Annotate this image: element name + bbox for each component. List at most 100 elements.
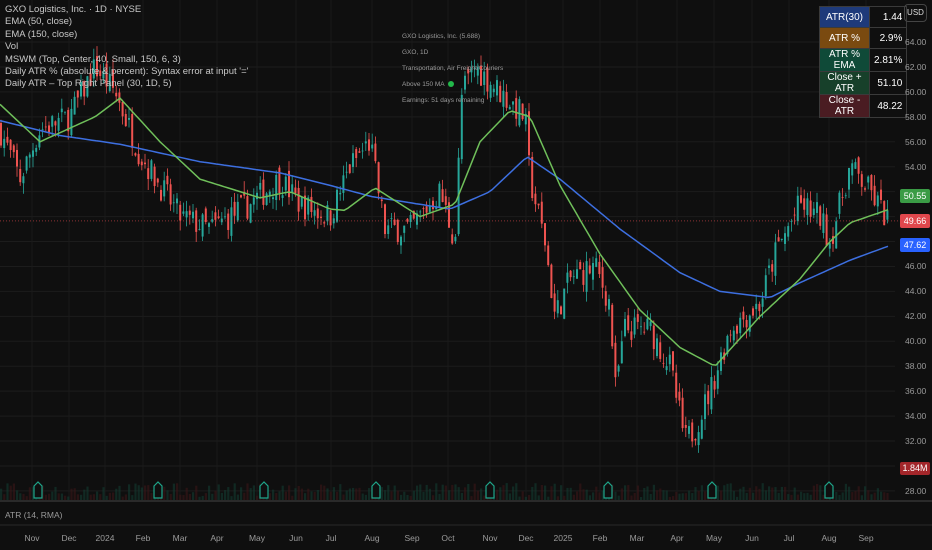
volume-bar	[860, 495, 863, 500]
volume-bar	[556, 496, 559, 500]
candle-body	[867, 176, 870, 183]
volume-bar	[819, 485, 822, 500]
volume-bar	[6, 483, 9, 500]
candle-body	[160, 189, 162, 201]
volume-bar	[224, 490, 227, 500]
candle-body	[531, 156, 534, 198]
candle-body	[313, 210, 316, 216]
time-label: Aug	[364, 533, 380, 543]
currency-button[interactable]: USD	[904, 4, 927, 22]
atr-label: Close - ATR	[819, 94, 870, 118]
volume-bar	[176, 483, 179, 500]
candle-body	[870, 174, 873, 191]
candle-body	[252, 197, 255, 205]
volume-bar	[268, 493, 271, 500]
volume-bar	[470, 496, 473, 500]
candle-body	[752, 308, 754, 316]
candle-body	[608, 299, 610, 310]
candle-body	[505, 91, 508, 108]
volume-bar	[435, 483, 438, 500]
volume-bar	[636, 485, 639, 500]
volume-bar	[870, 494, 873, 500]
volume-bar	[656, 490, 659, 500]
volume-bar	[16, 490, 19, 500]
time-label: Nov	[482, 533, 498, 543]
candle-body	[454, 236, 457, 242]
volume-bar	[742, 486, 745, 500]
volume-bar	[684, 493, 687, 500]
volume-bar	[438, 493, 441, 500]
candle-body	[595, 258, 598, 267]
volume-bar	[182, 495, 185, 500]
candle-body	[182, 211, 185, 214]
legend-symbol[interactable]: GXO Logistics, Inc. · 1D · NYSE	[5, 4, 248, 16]
volume-bar	[252, 485, 255, 500]
candle-body	[368, 139, 370, 151]
volume-bar	[134, 483, 137, 500]
candle-body	[508, 106, 511, 110]
volume-bar	[678, 493, 681, 500]
atr-row: ATR(30) 1.44	[819, 6, 908, 28]
earnings-marker-icon	[153, 481, 163, 499]
price-label: 44.00	[905, 286, 927, 297]
volume-bar	[422, 491, 425, 500]
time-label: Apr	[670, 533, 684, 543]
volume-bar	[476, 490, 479, 500]
volume-bar	[822, 494, 825, 500]
atr-pane-label[interactable]: ATR (14, RMA)	[5, 510, 62, 520]
candle-body	[400, 236, 402, 246]
volume-bar	[448, 490, 451, 500]
candle-body	[25, 156, 28, 171]
legend-mswm[interactable]: MSWM (Top, Center, 40, Small, 150, 6, 3)	[5, 54, 248, 66]
candle-body	[188, 210, 191, 215]
time-label: Mar	[172, 533, 188, 543]
volume-bar	[428, 488, 431, 500]
time-label: Nov	[24, 533, 40, 543]
candle-body	[316, 208, 319, 219]
candle-body	[672, 351, 674, 371]
candle-body	[521, 103, 524, 120]
candle-body	[294, 187, 297, 194]
candle-body	[848, 167, 850, 190]
volume-bar	[144, 485, 147, 500]
candle-body	[310, 196, 313, 212]
candle-body	[128, 117, 130, 120]
volume-bar	[688, 490, 691, 500]
candle-body	[451, 234, 454, 244]
candle-body	[860, 174, 863, 187]
indicator-legend: GXO Logistics, Inc. · 1D · NYSE EMA (50,…	[5, 4, 248, 91]
candle-body	[124, 113, 127, 127]
volume-bar	[137, 485, 140, 500]
volume-bar	[361, 493, 364, 500]
candle-body	[688, 426, 690, 434]
volume-bar	[57, 493, 60, 500]
volume-bar	[3, 494, 6, 500]
candle-body	[537, 203, 540, 206]
legend-atr-percent[interactable]: Daily ATR % (absolute & percent): Syntax…	[5, 66, 248, 78]
earnings-marker-icon	[259, 481, 269, 499]
volume-bar	[348, 488, 351, 500]
price-label: 28.00	[905, 485, 927, 496]
volume-bar	[508, 493, 511, 500]
volume-bar	[835, 491, 838, 500]
legend-atr-panel[interactable]: Daily ATR – Top Right Panel (30, 1D, 5)	[5, 78, 248, 90]
volume-bar	[694, 487, 697, 500]
candle-body	[819, 206, 822, 226]
candle-body	[300, 196, 303, 207]
legend-volume[interactable]: Vol	[5, 41, 248, 53]
legend-ema50[interactable]: EMA (50, close)	[5, 16, 248, 28]
legend-ema150[interactable]: EMA (150, close)	[5, 29, 248, 41]
volume-bar	[668, 496, 671, 500]
volume-bar	[732, 490, 735, 500]
volume-bar	[188, 493, 191, 500]
candle-body	[387, 225, 390, 234]
volume-bar	[0, 488, 3, 500]
info-sector: Transportation, Air Freight/Couriers	[402, 65, 504, 72]
volume-bar	[243, 492, 246, 500]
candle-body	[764, 275, 767, 296]
candle-body	[640, 326, 642, 328]
volume-bar	[249, 488, 252, 500]
volume-bar	[217, 484, 220, 500]
candle-body	[604, 291, 607, 306]
ema50-price-tag: 50.55	[900, 189, 930, 203]
